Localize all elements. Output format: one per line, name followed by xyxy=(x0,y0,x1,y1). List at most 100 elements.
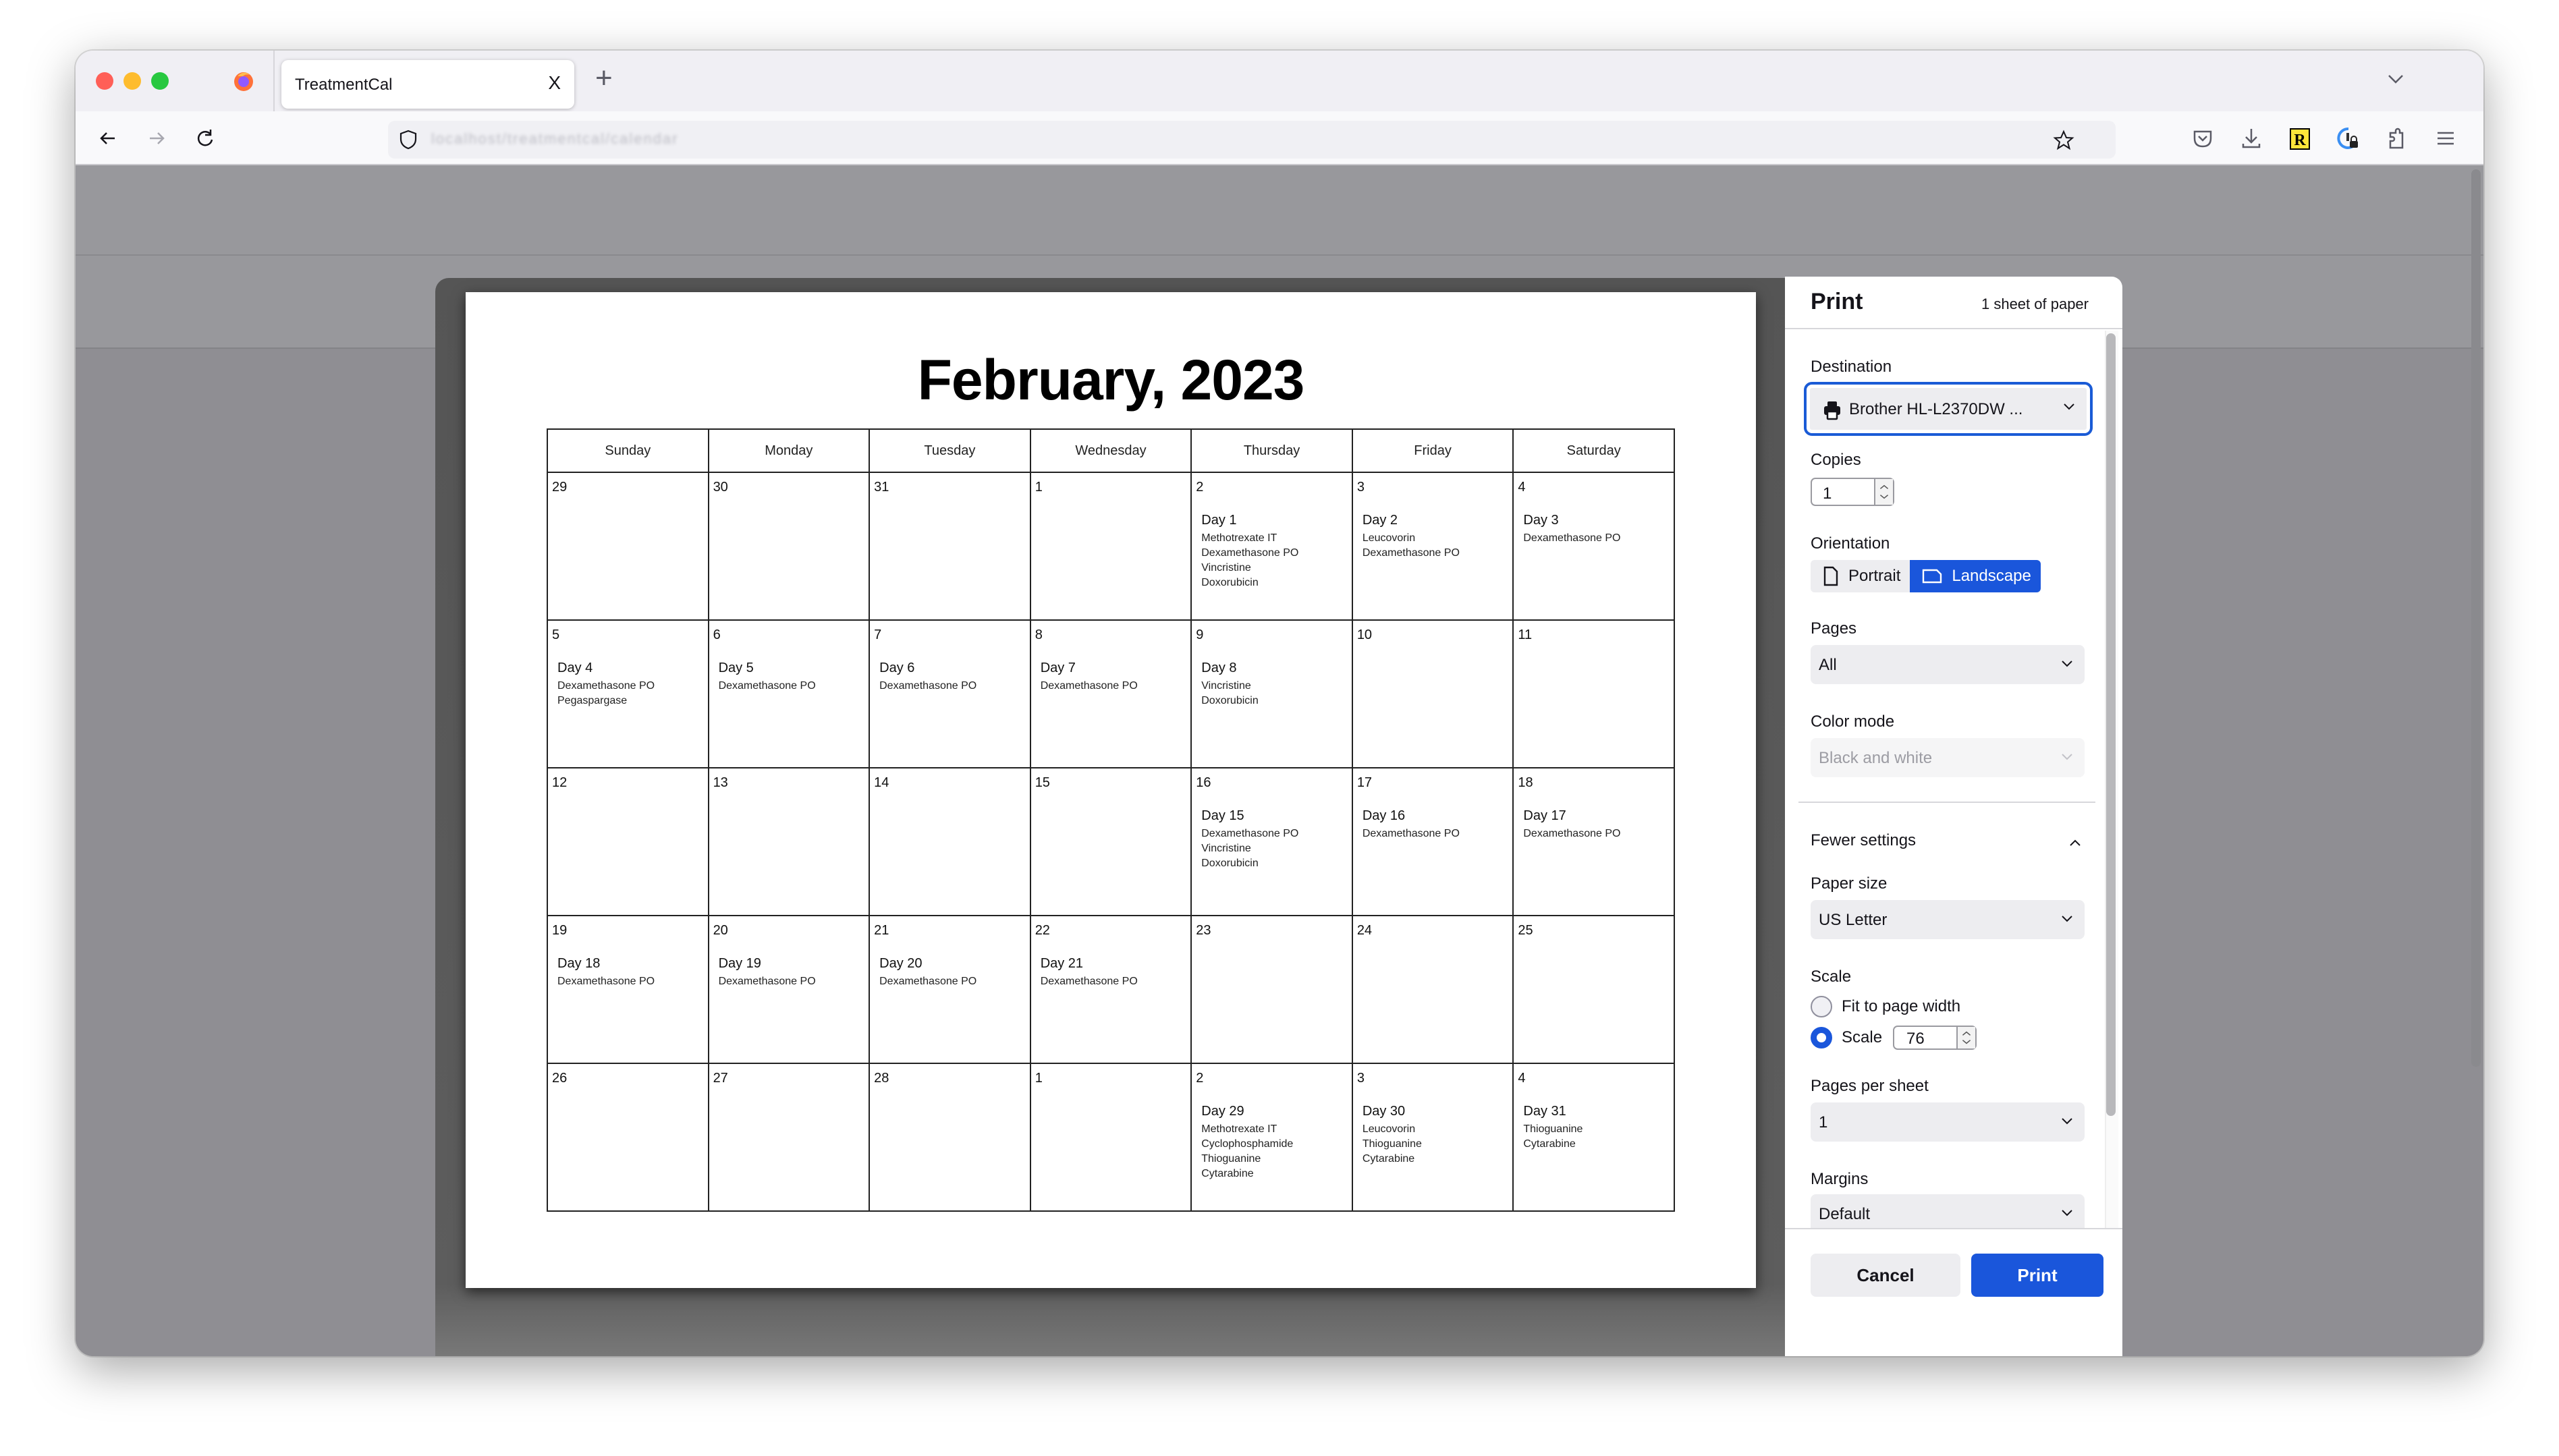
orientation-label: Orientation xyxy=(1811,534,1890,553)
pages-per-sheet-select[interactable]: 1 xyxy=(1811,1102,2085,1142)
new-tab-button[interactable]: + xyxy=(595,61,613,95)
chevron-down-icon xyxy=(2064,403,2074,410)
treatment-event: Day 4 Dexamethasone PO Pegaspargase xyxy=(552,661,704,708)
margins-value: Default xyxy=(1819,1205,1871,1223)
paper-size-select[interactable]: US Letter xyxy=(1811,900,2085,939)
portrait-label: Portrait xyxy=(1848,567,1901,585)
treatment-day-label: Day 21 xyxy=(1040,956,1084,971)
tab-list-chevron-icon[interactable] xyxy=(2382,65,2409,92)
calendar-table: Sunday Monday Tuesday Wednesday Thursday Frid… xyxy=(547,428,1675,1212)
stepper-arrows-icon[interactable] xyxy=(1874,479,1893,505)
weekday-header: Tuesday xyxy=(869,428,1031,473)
back-arrow-icon[interactable] xyxy=(93,123,123,153)
calendar-day-cell: 11 xyxy=(1512,619,1675,768)
bookmark-star-icon[interactable] xyxy=(2052,129,2075,152)
date-number: 27 xyxy=(713,1071,728,1086)
medication-item: Dexamethasone PO xyxy=(1523,828,1621,839)
date-number: 15 xyxy=(1035,775,1050,790)
pages-select[interactable]: All xyxy=(1811,645,2085,684)
landscape-page-icon xyxy=(1923,569,1942,584)
orientation-toggle: Portrait Landscape xyxy=(1811,560,2041,592)
copies-stepper[interactable]: 1 xyxy=(1811,478,1894,506)
cancel-button[interactable]: Cancel xyxy=(1811,1254,1960,1297)
treatment-event: Day 2 Leucovorin Dexamethasone PO xyxy=(1357,513,1509,561)
margins-label: Margins xyxy=(1811,1170,1869,1188)
page-scrollbar[interactable] xyxy=(2471,169,2481,1067)
treatment-day-label: Day 7 xyxy=(1040,661,1076,675)
treatment-day-label: Day 17 xyxy=(1523,808,1566,823)
treatment-event: Day 19 Dexamethasone PO xyxy=(713,956,865,989)
orientation-landscape-button[interactable]: Landscape xyxy=(1910,560,2041,592)
date-number: 11 xyxy=(1518,627,1533,642)
date-number: 4 xyxy=(1518,480,1526,495)
panel-scrollbar-thumb[interactable] xyxy=(2106,333,2116,1116)
fit-to-width-radio[interactable] xyxy=(1811,996,1832,1017)
url-text[interactable]: localhost/treatmentcal/calendar xyxy=(431,130,679,148)
treatment-day-label: Day 6 xyxy=(879,661,915,675)
scale-value[interactable]: 76 xyxy=(1906,1030,1925,1048)
calendar-week-row: 12 13 14 15 16 Day 15 Dexamethasone PO Vincrist… xyxy=(547,767,1675,916)
chevron-up-icon[interactable] xyxy=(2068,838,2082,847)
reload-icon[interactable] xyxy=(190,123,220,153)
scale-fit-option[interactable]: Fit to page width xyxy=(1811,996,1960,1017)
print-panel-title: Print xyxy=(1811,289,1863,314)
date-number: 13 xyxy=(713,775,728,790)
close-window-button[interactable] xyxy=(96,72,113,90)
forward-arrow-icon[interactable] xyxy=(142,123,171,153)
treatment-day-label: Day 8 xyxy=(1201,661,1237,675)
firefox-icon[interactable] xyxy=(232,69,255,92)
medication-item: Methotrexate IT xyxy=(1201,532,1277,544)
download-icon[interactable] xyxy=(2236,123,2266,153)
print-panel-footer: Cancel Print xyxy=(1785,1228,2122,1356)
date-number: 10 xyxy=(1356,627,1373,642)
browser-window: TreatmentCal X + localhost/treatmentcal/… xyxy=(76,51,2483,1356)
medication-item: Dexamethasone PO xyxy=(879,680,977,692)
medication-item: Dexamethasone PO xyxy=(557,680,655,692)
calendar-day-cell: 18 Day 17 Dexamethasone PO xyxy=(1512,767,1675,916)
treatment-event: Day 16 Dexamethasone PO xyxy=(1357,808,1509,841)
calendar-day-cell: 27 xyxy=(707,1063,871,1212)
tab-close-icon[interactable]: X xyxy=(548,72,561,94)
minimize-window-button[interactable] xyxy=(123,72,141,90)
calendar-day-cell: 16 Day 15 Dexamethasone PO Vincristine Doxor… xyxy=(1190,767,1353,916)
copies-value[interactable]: 1 xyxy=(1823,484,1832,503)
print-button[interactable]: Print xyxy=(1971,1254,2103,1297)
medication-item: Doxorubicin xyxy=(1201,577,1259,588)
hamburger-menu-icon[interactable] xyxy=(2431,123,2460,153)
tab-treatmentcal[interactable]: TreatmentCal X xyxy=(281,60,574,109)
medication-item: Leucovorin xyxy=(1362,532,1416,544)
1password-icon[interactable] xyxy=(2334,123,2363,153)
calendar-day-cell: 21 Day 20 Dexamethasone PO xyxy=(869,915,1031,1064)
calendar-day-cell: 7 Day 6 Dexamethasone PO xyxy=(869,619,1031,768)
svg-text:R: R xyxy=(2294,132,2306,149)
pocket-icon[interactable] xyxy=(2188,123,2218,153)
scale-stepper[interactable]: 76 xyxy=(1893,1026,1977,1050)
navigation-toolbar: localhost/treatmentcal/calendar R xyxy=(76,111,2483,165)
orientation-portrait-button[interactable]: Portrait xyxy=(1811,560,1910,592)
treatment-day-label: Day 29 xyxy=(1201,1104,1244,1119)
color-mode-label: Color mode xyxy=(1811,712,1895,731)
extensions-puzzle-icon[interactable] xyxy=(2382,123,2412,153)
date-number: 24 xyxy=(1356,923,1373,938)
url-bar[interactable]: localhost/treatmentcal/calendar xyxy=(388,121,2116,159)
stepper-arrows-icon[interactable] xyxy=(1956,1027,1976,1048)
treatment-event: Day 30 Leucovorin Thioguanine Cytarabine xyxy=(1357,1104,1509,1167)
print-preview-page: February, 2023 Sunday Monday Tuesday Wednes… xyxy=(466,292,1756,1288)
treatment-day-label: Day 1 xyxy=(1201,513,1237,528)
readable-extension-icon[interactable]: R xyxy=(2285,123,2315,153)
custom-scale-radio[interactable] xyxy=(1811,1027,1832,1048)
calendar-day-cell: 22 Day 21 Dexamethasone PO xyxy=(1029,915,1192,1064)
margins-select[interactable]: Default xyxy=(1811,1194,2085,1228)
date-number: 16 xyxy=(1196,775,1211,790)
scale-label: Scale xyxy=(1811,968,1852,986)
scale-custom-option[interactable]: Scale 76 xyxy=(1811,1026,1977,1050)
fewer-settings-toggle[interactable]: Fewer settings xyxy=(1811,831,1916,850)
shield-icon[interactable] xyxy=(397,129,419,150)
zoom-window-button[interactable] xyxy=(151,72,169,90)
date-number: 30 xyxy=(713,480,728,495)
color-mode-select: Black and white xyxy=(1811,738,2085,777)
destination-select[interactable]: Brother HL-L2370DW ... xyxy=(1804,382,2093,436)
date-number: 12 xyxy=(552,775,568,790)
chevron-down-icon xyxy=(2062,1210,2072,1216)
treatment-event: Day 31 Thioguanine Cytarabine xyxy=(1518,1104,1670,1152)
